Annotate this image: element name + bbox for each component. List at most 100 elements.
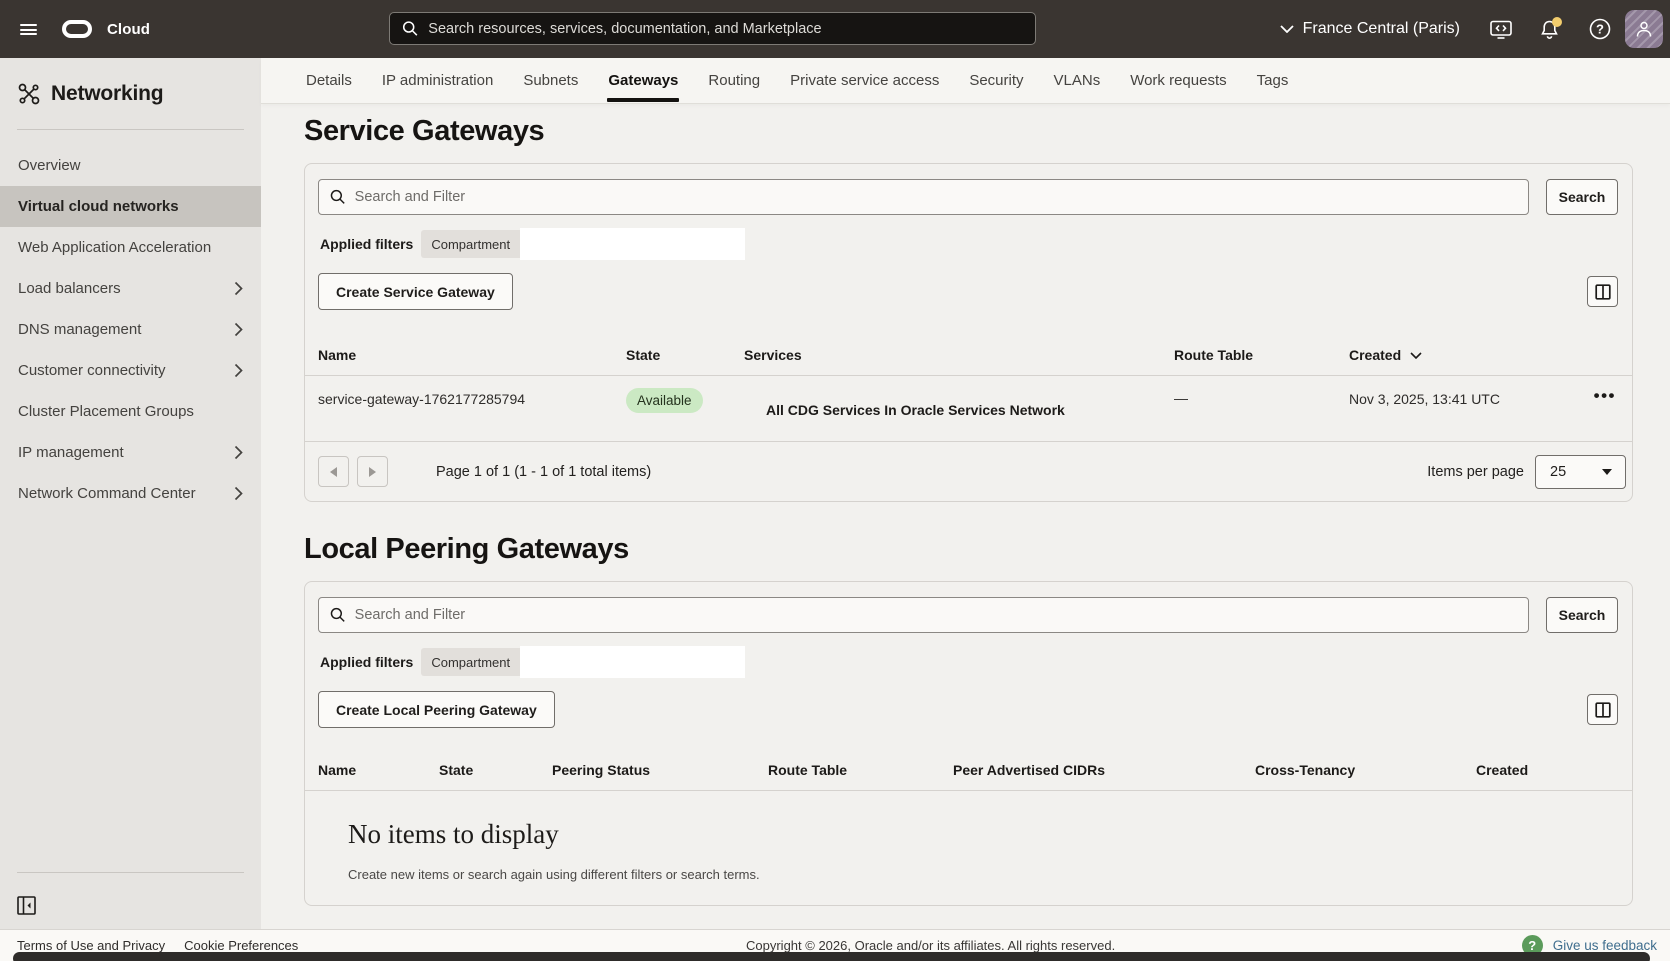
- caret-down-icon: [1602, 469, 1612, 475]
- sg-row-name: service-gateway-1762177285794: [305, 376, 626, 441]
- sg-row-route-table: —: [1174, 376, 1349, 441]
- sg-col-name[interactable]: Name: [305, 347, 626, 363]
- collapse-sidebar-icon[interactable]: [17, 896, 36, 915]
- search-icon: [330, 607, 346, 623]
- sg-row-created: Nov 3, 2025, 13:41 UTC: [1349, 376, 1561, 441]
- search-icon: [330, 189, 346, 205]
- lpg-col-cross-tenancy[interactable]: Cross-Tenancy: [1255, 762, 1476, 778]
- main-content: Service Gateways Search Applied filters …: [261, 103, 1670, 929]
- lpg-compartment-filter-value: [520, 646, 745, 678]
- tab-security[interactable]: Security: [969, 58, 1023, 103]
- divider: [17, 872, 244, 873]
- local-peering-gateways-card: Search Applied filters Compartment Creat…: [304, 581, 1633, 906]
- local-peering-gateways-table: Name State Peering Status Route Table Pe…: [305, 754, 1632, 905]
- empty-state-subtitle: Create new items or search again using d…: [348, 867, 1632, 882]
- menu-icon[interactable]: [20, 24, 37, 35]
- sg-row-services-link[interactable]: All CDG Services In Oracle Services Netw…: [744, 376, 1174, 441]
- empty-state: No items to display Create new items or …: [305, 791, 1632, 905]
- sg-column-settings-button[interactable]: [1587, 276, 1618, 307]
- lpg-column-settings-button[interactable]: [1587, 694, 1618, 725]
- sort-chevron-icon: [1410, 352, 1422, 359]
- divider: [17, 129, 244, 130]
- prev-page-button[interactable]: [318, 456, 349, 487]
- lpg-col-peer-advertised-cidrs[interactable]: Peer Advertised CIDRs: [953, 762, 1255, 778]
- chevron-down-icon: [1280, 25, 1294, 33]
- create-service-gateway-button[interactable]: Create Service Gateway: [318, 273, 513, 310]
- sidebar-item-load-balancers[interactable]: Load balancers: [0, 268, 261, 309]
- sg-col-services[interactable]: Services: [744, 347, 1174, 363]
- user-avatar[interactable]: [1625, 10, 1663, 48]
- sidebar-title: Networking: [51, 82, 163, 106]
- cloud-shell-icon[interactable]: [1490, 20, 1512, 39]
- chevron-right-icon: [234, 445, 243, 460]
- sidebar-item-web-application-acceleration[interactable]: Web Application Acceleration: [0, 227, 261, 268]
- networking-icon: [18, 83, 40, 105]
- tab-tags[interactable]: Tags: [1257, 58, 1289, 103]
- chevron-right-icon: [234, 322, 243, 337]
- region-selector[interactable]: France Central (Paris): [1280, 20, 1460, 38]
- sg-search-button[interactable]: Search: [1546, 179, 1618, 215]
- lpg-applied-filters-label: Applied filters: [320, 654, 413, 670]
- lpg-search-box[interactable]: [318, 597, 1529, 633]
- sidebar-item-network-command-center[interactable]: Network Command Center: [0, 473, 261, 514]
- tab-routing[interactable]: Routing: [708, 58, 760, 103]
- items-per-page-select[interactable]: 25: [1535, 455, 1626, 489]
- columns-icon: [1595, 284, 1611, 300]
- tab-work-requests[interactable]: Work requests: [1130, 58, 1226, 103]
- sidebar-item-dns-management[interactable]: DNS management: [0, 309, 261, 350]
- sidebar-item-cluster-placement-groups[interactable]: Cluster Placement Groups: [0, 391, 261, 432]
- tab-private-service-access[interactable]: Private service access: [790, 58, 939, 103]
- sidebar-item-customer-connectivity[interactable]: Customer connectivity: [0, 350, 261, 391]
- lpg-col-created[interactable]: Created: [1476, 762, 1632, 778]
- sidebar-item-virtual-cloud-networks[interactable]: Virtual cloud networks: [0, 186, 261, 227]
- sg-col-route-table[interactable]: Route Table: [1174, 347, 1349, 363]
- sg-col-state[interactable]: State: [626, 347, 744, 363]
- tab-ip-administration[interactable]: IP administration: [382, 58, 493, 103]
- tab-vlans[interactable]: VLANs: [1054, 58, 1101, 103]
- lpg-col-state[interactable]: State: [439, 762, 552, 778]
- empty-state-title: No items to display: [348, 819, 1632, 850]
- feedback-link[interactable]: Give us feedback: [1553, 938, 1657, 953]
- person-icon: [1634, 19, 1654, 39]
- cookie-preferences-link[interactable]: Cookie Preferences: [184, 938, 298, 953]
- help-icon[interactable]: ?: [1589, 18, 1611, 40]
- horizontal-scrollbar[interactable]: [13, 952, 1650, 961]
- sidebar: Networking Overview Virtual cloud networ…: [0, 58, 261, 929]
- sg-compartment-filter-value: [520, 228, 745, 260]
- tab-subnets[interactable]: Subnets: [523, 58, 578, 103]
- lpg-col-name[interactable]: Name: [305, 762, 439, 778]
- global-search[interactable]: [389, 12, 1036, 45]
- service-gateways-table: Name State Services Route Table Created …: [305, 339, 1632, 501]
- lpg-compartment-filter-chip[interactable]: Compartment: [421, 648, 745, 676]
- terms-link[interactable]: Terms of Use and Privacy: [17, 938, 165, 953]
- row-actions-menu[interactable]: •••: [1561, 376, 1632, 441]
- sg-compartment-filter-chip[interactable]: Compartment: [421, 230, 745, 258]
- sg-col-created[interactable]: Created: [1349, 347, 1561, 363]
- chevron-right-icon: [234, 486, 243, 501]
- columns-icon: [1595, 702, 1611, 718]
- table-row[interactable]: service-gateway-1762177285794 Available …: [305, 376, 1632, 442]
- items-per-page-label: Items per page: [1427, 464, 1524, 480]
- notifications-icon[interactable]: [1541, 20, 1558, 39]
- oracle-logo-icon[interactable]: [62, 20, 92, 38]
- create-local-peering-gateway-button[interactable]: Create Local Peering Gateway: [318, 691, 555, 728]
- sidebar-item-ip-management[interactable]: IP management: [0, 432, 261, 473]
- page-info: Page 1 of 1 (1 - 1 of 1 total items): [436, 464, 651, 480]
- search-icon: [402, 20, 418, 37]
- next-page-button[interactable]: [357, 456, 388, 487]
- lpg-search-input[interactable]: [355, 607, 1517, 623]
- tabbar: Details IP administration Subnets Gatewa…: [261, 58, 1670, 103]
- global-search-input[interactable]: [428, 21, 1023, 37]
- sg-search-input[interactable]: [355, 189, 1517, 205]
- lpg-col-route-table[interactable]: Route Table: [768, 762, 953, 778]
- copyright: Copyright © 2026, Oracle and/or its affi…: [746, 938, 1115, 953]
- lpg-col-peering-status[interactable]: Peering Status: [552, 762, 768, 778]
- lpg-search-button[interactable]: Search: [1546, 597, 1618, 633]
- tab-gateways[interactable]: Gateways: [608, 58, 678, 103]
- topbar: Cloud France Central (Paris) ?: [0, 0, 1670, 58]
- notification-dot: [1552, 17, 1562, 27]
- region-label: France Central (Paris): [1303, 20, 1460, 38]
- tab-details[interactable]: Details: [306, 58, 352, 103]
- sg-search-box[interactable]: [318, 179, 1529, 215]
- sidebar-item-overview[interactable]: Overview: [0, 145, 261, 186]
